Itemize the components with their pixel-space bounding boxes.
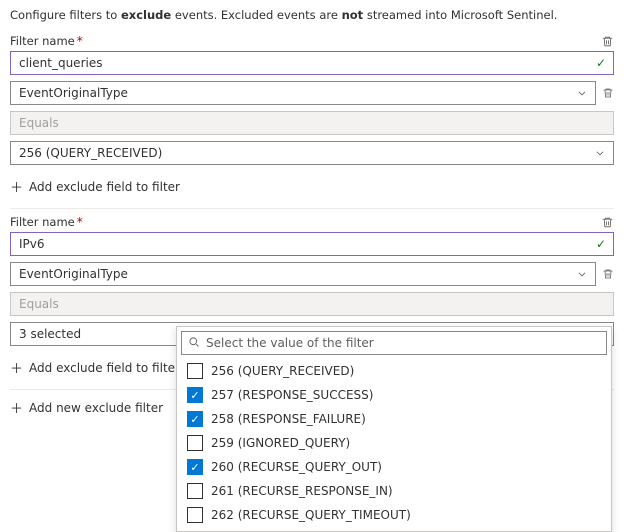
dropdown-option[interactable]: 262 (RECURSE_QUERY_TIMEOUT) (181, 503, 607, 527)
filter-name-input[interactable]: client_queries (10, 51, 614, 75)
filter-block-1: Filter name* client_queries ✓ EventOrigi… (10, 34, 614, 196)
dropdown-option[interactable]: 256 (QUERY_RECEIVED) (181, 359, 607, 383)
required-mark: * (77, 215, 83, 229)
operator-select: Equals (10, 111, 614, 135)
option-label: 261 (RECURSE_RESPONSE_IN) (211, 484, 393, 498)
option-label: 256 (QUERY_RECEIVED) (211, 364, 354, 378)
dropdown-option[interactable]: 258 (RESPONSE_FAILURE) (181, 407, 607, 431)
chevron-down-icon (577, 88, 587, 98)
add-exclude-field-button[interactable]: ＋ Add exclude field to filter (10, 177, 180, 196)
checkbox[interactable] (187, 483, 203, 499)
divider (10, 208, 614, 209)
option-label: 259 (IGNORED_QUERY) (211, 436, 350, 450)
checkbox[interactable] (187, 363, 203, 379)
checkbox[interactable] (187, 507, 203, 523)
search-icon (188, 336, 200, 351)
option-label: 262 (RECURSE_QUERY_TIMEOUT) (211, 508, 411, 522)
value-dropdown: Select the value of the filter 256 (QUER… (176, 326, 612, 532)
option-label: 260 (RECURSE_QUERY_OUT) (211, 460, 382, 474)
required-mark: * (77, 34, 83, 48)
instr-seg: Configure filters to (10, 8, 121, 22)
filter-name-label: Filter name (10, 34, 75, 48)
filter-name-input[interactable]: IPv6 (10, 232, 614, 256)
delete-filter-icon[interactable] (601, 216, 614, 229)
value-select[interactable]: 256 (QUERY_RECEIVED) (10, 141, 614, 165)
field-select[interactable]: EventOriginalType (10, 262, 596, 286)
checkbox[interactable] (187, 387, 203, 403)
dropdown-search-input[interactable]: Select the value of the filter (181, 331, 607, 355)
dropdown-option[interactable]: 261 (RECURSE_RESPONSE_IN) (181, 479, 607, 503)
option-label: 257 (RESPONSE_SUCCESS) (211, 388, 373, 402)
delete-row-icon[interactable] (602, 268, 614, 280)
checkbox[interactable] (187, 435, 203, 451)
instr-bold: exclude (121, 8, 171, 22)
plus-icon: ＋ (10, 177, 23, 196)
operator-select: Equals (10, 292, 614, 316)
instr-seg: streamed into Microsoft Sentinel. (363, 8, 557, 22)
instr-seg: events. Excluded events are (171, 8, 341, 22)
dropdown-option[interactable]: 257 (RESPONSE_SUCCESS) (181, 383, 607, 407)
checkbox[interactable] (187, 411, 203, 427)
chevron-down-icon (577, 269, 587, 279)
filter-name-label: Filter name (10, 215, 75, 229)
valid-check-icon: ✓ (596, 237, 606, 251)
add-new-filter-button[interactable]: ＋ Add new exclude filter (10, 398, 163, 417)
search-placeholder: Select the value of the filter (206, 336, 374, 350)
delete-row-icon[interactable] (602, 87, 614, 99)
checkbox[interactable] (187, 459, 203, 475)
field-select[interactable]: EventOriginalType (10, 81, 596, 105)
instr-bold: not (342, 8, 364, 22)
plus-icon: ＋ (10, 358, 23, 377)
add-exclude-field-button[interactable]: ＋ Add exclude field to filter (10, 358, 180, 377)
dropdown-option[interactable]: 259 (IGNORED_QUERY) (181, 431, 607, 455)
delete-filter-icon[interactable] (601, 35, 614, 48)
valid-check-icon: ✓ (596, 56, 606, 70)
chevron-down-icon (595, 148, 605, 158)
option-label: 258 (RESPONSE_FAILURE) (211, 412, 366, 426)
instructions: Configure filters to exclude events. Exc… (10, 8, 614, 22)
plus-icon: ＋ (10, 398, 23, 417)
dropdown-option[interactable]: 260 (RECURSE_QUERY_OUT) (181, 455, 607, 479)
